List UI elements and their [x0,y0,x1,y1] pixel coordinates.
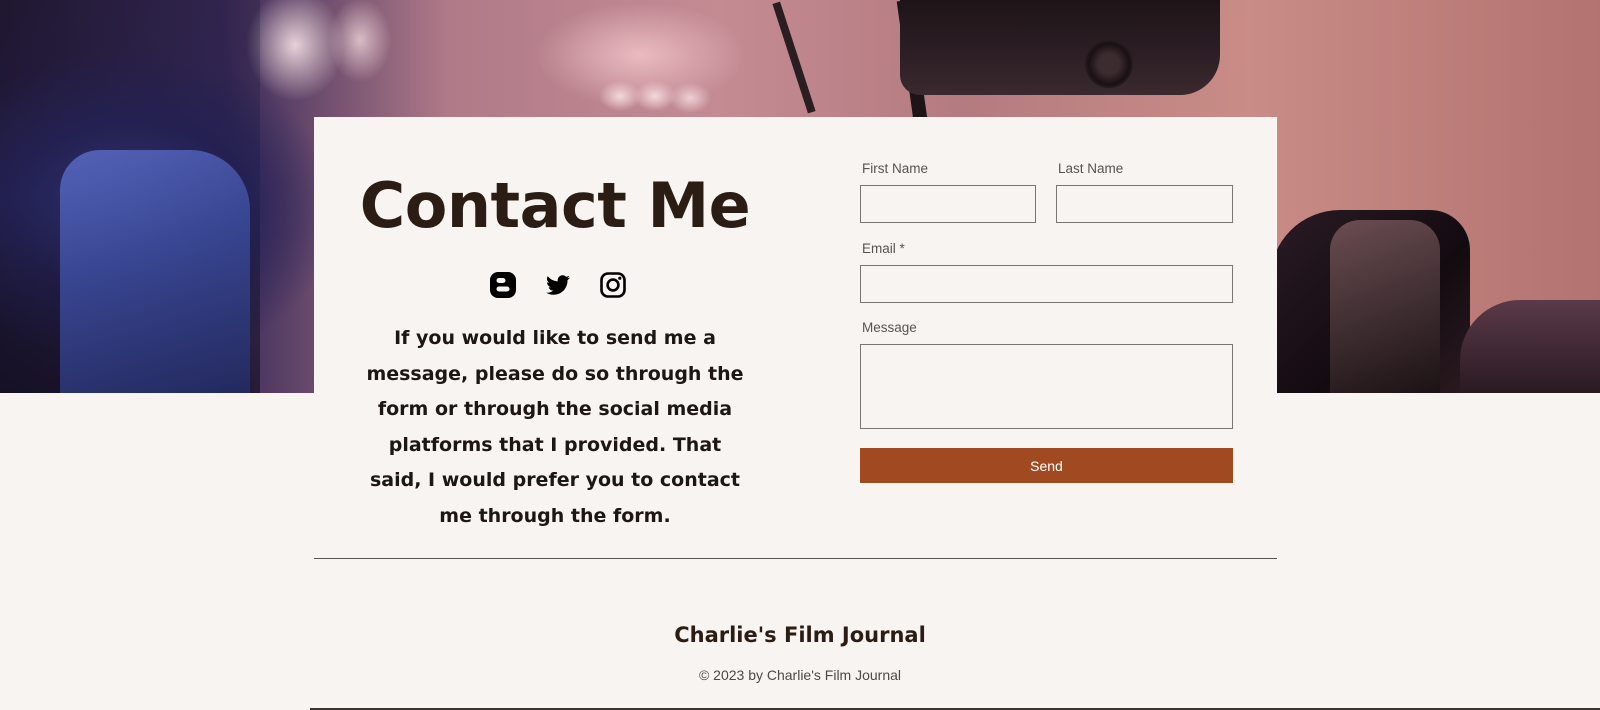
footer-copyright: © 2023 by Charlie's Film Journal [698,667,902,683]
send-button[interactable]: Send [860,448,1233,483]
email-label: Email * [862,241,905,256]
footer-divider [314,558,1277,559]
contact-intro-text: If you would like to send me a message, … [366,327,744,527]
blogger-icon[interactable] [488,270,518,300]
contact-card: Contact Me If you would like to send me … [314,117,1277,559]
first-name-field[interactable] [860,185,1036,223]
first-name-label: First Name [862,161,929,176]
message-field[interactable] [860,344,1233,429]
twitter-icon[interactable] [543,270,573,300]
page-title: Contact Me [359,169,751,242]
email-field[interactable] [860,265,1233,303]
footer-site-title: Charlie's Film Journal [674,623,926,647]
camera-shape [900,0,1220,95]
last-name-label: Last Name [1058,161,1124,176]
instagram-icon[interactable] [598,270,628,300]
last-name-field[interactable] [1056,185,1233,223]
social-links [488,269,628,301]
page: Contact Me If you would like to send me … [0,0,1600,710]
message-label: Message [862,320,917,335]
